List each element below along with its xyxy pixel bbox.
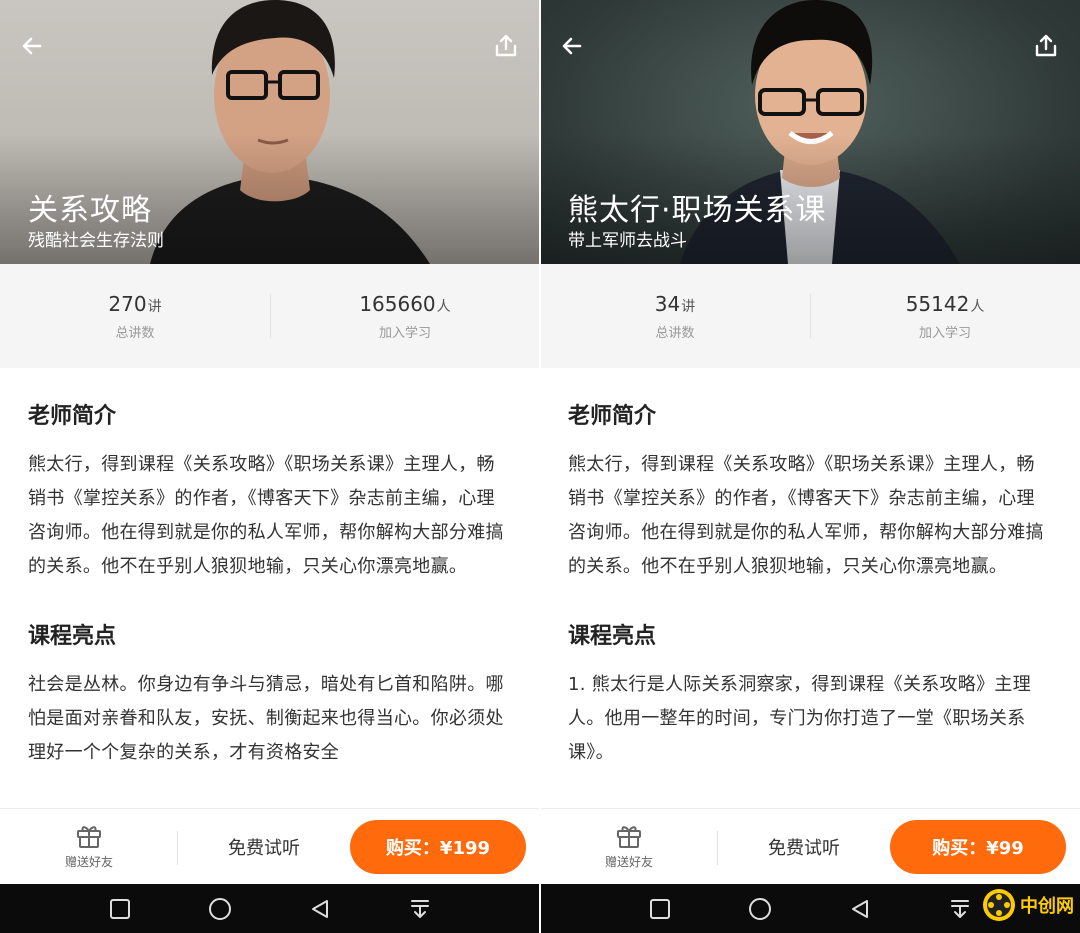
purchase-bar: 赠送好友 免费试听 购买：¥199 bbox=[0, 808, 540, 884]
nav-recents-button[interactable] bbox=[105, 894, 135, 924]
free-trial-button[interactable]: 免费试听 bbox=[718, 834, 890, 860]
arrow-left-icon bbox=[562, 37, 582, 55]
square-icon bbox=[110, 898, 130, 919]
triangle-back-icon bbox=[852, 899, 868, 918]
triangle-back-icon bbox=[312, 899, 328, 918]
course-title: 关系攻略 bbox=[28, 193, 152, 228]
stat-label: 总讲数 bbox=[115, 325, 155, 341]
nav-home-button[interactable] bbox=[745, 894, 775, 924]
buy-button[interactable]: 购买：¥99 bbox=[890, 819, 1066, 874]
stat-lectures: 34讲 总讲数 bbox=[540, 264, 810, 368]
course-subtitle: 带上军师去战斗 bbox=[568, 231, 687, 251]
site-watermark: 中创网 bbox=[981, 887, 1074, 923]
stat-value: 34 bbox=[654, 291, 681, 316]
nav-notification-button[interactable] bbox=[405, 894, 435, 924]
nav-back-button[interactable] bbox=[305, 894, 335, 924]
nav-home-button[interactable] bbox=[205, 894, 235, 924]
back-button[interactable] bbox=[14, 28, 50, 64]
gift-to-friend-button[interactable]: 赠送好友 bbox=[540, 809, 718, 884]
share-button[interactable] bbox=[488, 28, 524, 64]
stat-value: 165660 bbox=[359, 291, 436, 316]
teacher-intro-text: 熊太行，得到课程《关系攻略》《职场关系课》主理人，畅销书《掌控关系》的作者，《博… bbox=[28, 454, 504, 577]
stat-label: 总讲数 bbox=[655, 325, 695, 341]
highlights-text: 社会是丛林。你身边有争斗与猜忌，暗处有匕首和陷阱。哪怕是面对亲眷和队友，安抚、制… bbox=[28, 674, 504, 763]
stat-unit: 人 bbox=[970, 298, 985, 315]
course-subtitle: 残酷社会生存法则 bbox=[28, 231, 164, 251]
watermark-text: 中创网 bbox=[1020, 896, 1074, 917]
system-nav-bar bbox=[0, 884, 540, 933]
course-title: 熊太行·职场关系课 bbox=[568, 193, 827, 228]
screenshot-composite: 关系攻略 残酷社会生存法则 270讲 总讲数 165660人 加入学习 老师简介… bbox=[0, 0, 1080, 933]
course-content: 老师简介 熊太行，得到课程《关系攻略》《职场关系课》主理人，畅销书《掌控关系》的… bbox=[28, 368, 512, 770]
panel-divider bbox=[539, 0, 541, 933]
gift-icon bbox=[617, 826, 641, 848]
stat-unit: 人 bbox=[436, 298, 451, 315]
course-content: 老师简介 熊太行，得到课程《关系攻略》《职场关系课》主理人，畅销书《掌控关系》的… bbox=[568, 368, 1052, 770]
gift-label: 赠送好友 bbox=[64, 855, 113, 869]
film-reel-logo-icon bbox=[983, 889, 1015, 921]
gift-to-friend-button[interactable]: 赠送好友 bbox=[0, 809, 178, 884]
teacher-intro-text: 熊太行，得到课程《关系攻略》《职场关系课》主理人，畅销书《掌控关系》的作者，《博… bbox=[568, 454, 1044, 577]
download-icon bbox=[951, 899, 969, 918]
square-icon bbox=[650, 898, 670, 919]
circle-icon bbox=[749, 897, 771, 920]
hero-banner: 熊太行·职场关系课 带上军师去战斗 bbox=[540, 0, 1080, 264]
back-button[interactable] bbox=[554, 28, 590, 64]
share-button[interactable] bbox=[1028, 28, 1064, 64]
highlights-text: 1. 熊太行是人际关系洞察家，得到课程《关系攻略》主理人。他用一整年的时间，专门… bbox=[568, 674, 1031, 763]
course-page-left: 关系攻略 残酷社会生存法则 270讲 总讲数 165660人 加入学习 老师简介… bbox=[0, 0, 540, 933]
course-page-right: 熊太行·职场关系课 带上军师去战斗 34讲 总讲数 55142人 加入学习 老师… bbox=[540, 0, 1080, 933]
hero-banner: 关系攻略 残酷社会生存法则 bbox=[0, 0, 540, 264]
section-title-highlights: 课程亮点 bbox=[568, 624, 657, 649]
stat-unit: 讲 bbox=[147, 298, 162, 315]
stat-value: 55142 bbox=[905, 291, 970, 316]
share-icon bbox=[495, 34, 517, 57]
stat-lectures: 270讲 总讲数 bbox=[0, 264, 270, 368]
stat-label: 加入学习 bbox=[378, 325, 431, 341]
share-icon bbox=[1035, 34, 1057, 57]
nav-recents-button[interactable] bbox=[645, 894, 675, 924]
stat-unit: 讲 bbox=[681, 298, 696, 315]
course-stats: 34讲 总讲数 55142人 加入学习 bbox=[540, 264, 1080, 368]
section-title-highlights: 课程亮点 bbox=[28, 624, 117, 649]
stat-learners: 165660人 加入学习 bbox=[270, 264, 540, 368]
circle-icon bbox=[209, 897, 231, 920]
nav-notification-button[interactable] bbox=[945, 894, 975, 924]
purchase-bar: 赠送好友 免费试听 购买：¥99 bbox=[540, 808, 1080, 884]
download-icon bbox=[411, 899, 429, 918]
stat-value: 270 bbox=[108, 291, 147, 316]
buy-button[interactable]: 购买：¥199 bbox=[350, 819, 526, 874]
nav-back-button[interactable] bbox=[845, 894, 875, 924]
section-title-teacher: 老师简介 bbox=[568, 404, 657, 429]
section-title-teacher: 老师简介 bbox=[28, 404, 117, 429]
gift-label: 赠送好友 bbox=[604, 855, 653, 869]
free-trial-button[interactable]: 免费试听 bbox=[178, 834, 350, 860]
stat-learners: 55142人 加入学习 bbox=[810, 264, 1080, 368]
stat-label: 加入学习 bbox=[918, 325, 971, 341]
gift-icon bbox=[77, 826, 101, 848]
arrow-left-icon bbox=[22, 37, 42, 55]
course-stats: 270讲 总讲数 165660人 加入学习 bbox=[0, 264, 540, 368]
